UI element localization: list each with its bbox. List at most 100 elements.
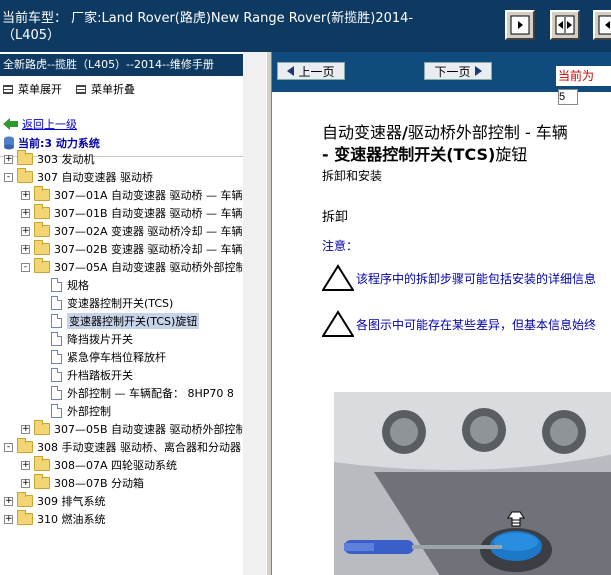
expand-node-icon[interactable]: + [4,496,13,506]
warning-triangle-icon [322,264,354,291]
both-panes-icon [555,15,575,35]
title-bar: 当前车型： 厂家:Land Rover(路虎)New Range Rover(新… [0,0,611,52]
tree-node-label: 307—05A 自动变速器 驱动桥外部控制 [54,261,247,274]
expand-node-icon[interactable]: + [21,460,30,470]
warning-triangle-icon [322,310,354,337]
tree-node-label: 变速器控制开关(TCS) [67,297,174,310]
tree-document-node[interactable]: 规格 [38,276,89,294]
tree-folder-node[interactable]: +307—01B 自动变速器 驱动桥 — 车辆 [21,204,243,222]
show-both-panes-button[interactable] [550,10,580,40]
tree-node-label: 308 手动变速器 驱动桥、离合器和分动器 [37,441,241,454]
section-heading: 拆卸 [322,210,349,225]
current-location-label: 当前:3 动力系统 [18,137,100,150]
tree-folder-node[interactable]: +309 排气系统 [4,492,106,510]
expand-node-icon[interactable]: + [21,478,30,488]
title-part: 旋钮 [495,145,528,164]
folder-icon [34,474,50,489]
show-left-pane-button[interactable] [505,10,535,40]
expand-node-icon[interactable]: + [4,514,13,524]
document-icon [51,404,62,418]
left-pane-scroll-area [243,52,266,575]
tree-node-label: 外部控制 — 车辆配备： 8HP70 8 [67,387,234,400]
document-pane: 上一页 下一页 当前为 自动变速器/驱动桥外部控制 - 车辆 - 变速器控制开关… [272,52,611,575]
document-title: 自动变速器/驱动桥外部控制 - 车辆 - 变速器控制开关(TCS)旋钮 [322,122,568,166]
document-icon [51,386,62,400]
folder-icon [34,186,50,201]
collapse-node-icon[interactable]: - [21,262,30,272]
tree-folder-node[interactable]: +303 发动机 [4,150,95,168]
title-part: - 变速器控制开关 [322,145,447,164]
tree-document-node[interactable]: 紧急停车档位释放杆 [38,348,166,366]
collapse-node-icon[interactable]: - [4,442,13,452]
tree-document-node[interactable]: 外部控制 [38,402,111,420]
folder-icon [34,240,50,255]
back-arrow-icon [3,118,18,130]
folder-icon [34,258,50,273]
folder-icon [17,438,33,453]
tree-document-node[interactable]: 变速器控制开关(TCS) [38,294,173,312]
expand-node-icon[interactable]: + [21,208,30,218]
page-toolbar: 上一页 下一页 当前为 [272,52,611,105]
tree-node-label: 紧急停车档位释放杆 [67,351,166,364]
tree-document-node[interactable]: 外部控制 — 车辆配备： 8HP70 8 [38,384,234,402]
tree-node-label: 307 自动变速器 驱动桥 [37,171,153,184]
prev-page-button[interactable]: 上一页 [277,62,345,80]
tree-folder-node[interactable]: +307—02B 变速器 驱动桥冷却 — 车辆 [21,240,243,258]
left-pane-icon [510,15,530,35]
folder-icon [34,222,50,237]
expand-menu-label: 菜单展开 [18,83,62,96]
back-row[interactable]: 返回上一级 [3,116,77,132]
expand-node-icon[interactable]: + [4,154,13,164]
tree-node-label: 310 燃油系统 [37,513,106,526]
navigation-pane: 全新路虎--揽胜（L405）--2014--维修手册 菜单展开 菜单折叠 返回上… [0,52,266,575]
folder-icon [34,456,50,471]
warning-2-text: 各图示中可能存在某些差异，但基本信息始终 [356,317,597,332]
current-page-label: 当前为 [558,69,595,83]
warning-1: 该程序中的拆卸步骤可能包括安装的详细信息 [322,264,596,292]
expand-menu-button[interactable]: 菜单展开 [3,81,62,97]
collapse-node-icon[interactable]: - [4,172,13,182]
current-page-input[interactable] [558,89,578,105]
title-part: (TCS) [446,145,496,164]
tree-folder-node[interactable]: - 307 自动变速器 驱动桥 [4,168,153,186]
show-right-pane-button[interactable] [593,10,611,40]
note-label: 注意： [322,239,359,253]
expand-node-icon[interactable]: + [21,190,30,200]
tree-folder-node[interactable]: +308—07A 四轮驱动系统 [21,456,177,474]
document-icon [51,350,62,364]
tree-document-node[interactable]: 降挡拨片开关 [38,330,133,348]
collapse-menu-label: 菜单折叠 [91,83,135,96]
tree-folder-node[interactable]: +310 燃油系统 [4,510,106,528]
list-icon [76,84,86,94]
tree-document-node[interactable]: 变速器控制开关(TCS)旋钮 [38,312,200,330]
back-link[interactable]: 返回上一级 [22,116,77,132]
current-location: 当前:3 动力系统 [3,135,100,151]
tree-node-label: 307—01A 自动变速器 驱动桥 — 车辆 [54,189,243,202]
document-icon [51,314,62,328]
next-page-button[interactable]: 下一页 [424,62,492,80]
folder-icon [17,150,33,165]
tree-folder-node[interactable]: +307—05B 自动变速器 驱动桥外部控制 [21,420,247,438]
tree-node-label: 307—02B 变速器 驱动桥冷却 — 车辆 [54,243,243,256]
console-photo [334,392,611,575]
expand-node-icon[interactable]: + [21,226,30,236]
tree-folder-node[interactable]: +307—01A 自动变速器 驱动桥 — 车辆 [21,186,243,204]
gear-selector-illustration [334,392,611,575]
page-indicator: 当前为 [556,66,611,105]
folder-icon [17,168,33,183]
collapse-menu-button[interactable]: 菜单折叠 [76,81,135,97]
expand-node-icon[interactable]: + [21,424,30,434]
left-triangle-icon [287,66,295,76]
tree-node-label: 308—07B 分动箱 [54,477,145,490]
tree-node-label: 升档踏板开关 [67,369,133,382]
warning-2: 各图示中可能存在某些差异，但基本信息始终 [322,310,596,338]
tree-folder-node[interactable]: +307—02A 变速器 驱动桥冷却 — 车辆 [21,222,243,240]
database-icon [4,136,14,150]
tree-folder-node[interactable]: - 307—05A 自动变速器 驱动桥外部控制 [21,258,247,276]
tree-folder-node[interactable]: +308—07B 分动箱 [21,474,144,492]
expand-node-icon[interactable]: + [21,244,30,254]
tree-node-label: 变速器控制开关(TCS)旋钮 [67,313,200,329]
tree-document-node[interactable]: 升档踏板开关 [38,366,133,384]
next-page-label: 下一页 [434,64,471,79]
tree-folder-node[interactable]: - 308 手动变速器 驱动桥、离合器和分动器 [4,438,241,456]
